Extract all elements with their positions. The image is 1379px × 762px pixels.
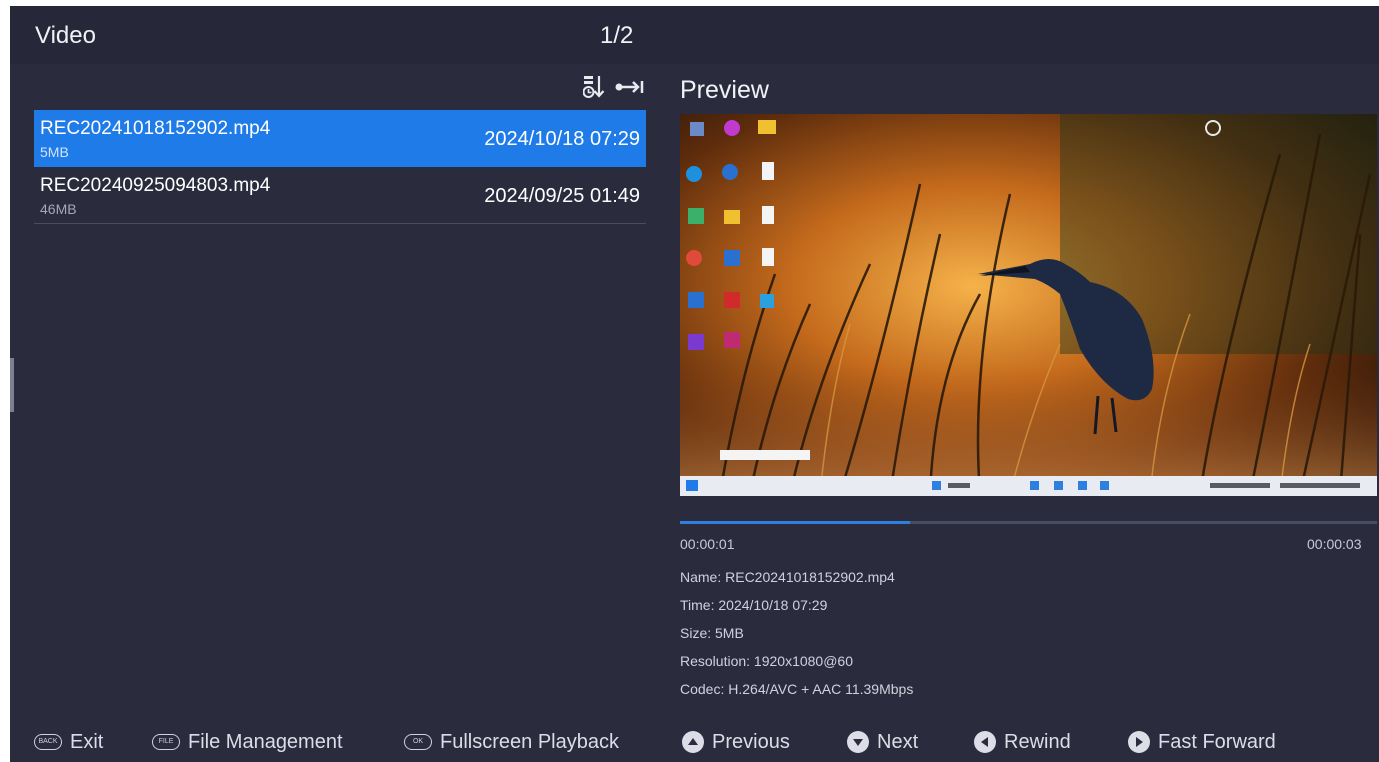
file-size: 5MB bbox=[40, 144, 69, 160]
left-arrow-icon bbox=[974, 731, 996, 753]
file-name: REC20240925094803.mp4 bbox=[40, 175, 271, 196]
video-preview-thumbnail[interactable] bbox=[680, 114, 1377, 496]
playback-progress-fill bbox=[680, 521, 910, 524]
info-resolution: Resolution: 1920x1080@60 bbox=[680, 653, 854, 669]
expand-arrow-icon[interactable] bbox=[614, 78, 644, 96]
hint-label: Fullscreen Playback bbox=[440, 730, 619, 753]
file-size: 46MB bbox=[40, 201, 77, 217]
hint-file-management[interactable]: FILE File Management bbox=[152, 730, 343, 754]
hint-fullscreen-playback[interactable]: OK Fullscreen Playback bbox=[404, 730, 619, 754]
hint-exit[interactable]: BACK Exit bbox=[34, 730, 103, 754]
key-hints-bar: BACK Exit FILE File Management OK Fullsc… bbox=[10, 718, 1379, 762]
hint-label: Previous bbox=[712, 730, 790, 753]
back-key-icon: BACK bbox=[34, 734, 62, 750]
hint-next[interactable]: Next bbox=[847, 730, 918, 754]
hint-fast-forward[interactable]: Fast Forward bbox=[1128, 730, 1276, 754]
hint-previous[interactable]: Previous bbox=[682, 730, 790, 754]
hint-label: Exit bbox=[70, 730, 104, 753]
video-info: Name: REC20241018152902.mp4 Time: 2024/1… bbox=[680, 568, 913, 708]
info-codec: Codec: H.264/AVC + AAC 11.39Mbps bbox=[680, 681, 914, 697]
page-indicator: 1/2 bbox=[600, 22, 634, 49]
file-list: REC20241018152902.mp4 5MB 2024/10/18 07:… bbox=[34, 110, 646, 224]
down-arrow-icon bbox=[847, 731, 869, 753]
current-time: 00:00:01 bbox=[680, 536, 735, 552]
sort-descending-icon[interactable] bbox=[582, 74, 605, 100]
hint-label: File Management bbox=[188, 730, 343, 753]
hint-label: Rewind bbox=[1004, 730, 1071, 753]
file-name: REC20241018152902.mp4 bbox=[40, 118, 271, 139]
file-date: 2024/10/18 07:29 bbox=[484, 128, 640, 150]
preview-title: Preview bbox=[680, 76, 769, 104]
total-time: 00:00:03 bbox=[1307, 536, 1362, 552]
video-screen: Video 1/2 REC20241018152902.mp4 5MB 2024… bbox=[10, 6, 1379, 762]
hint-label: Next bbox=[877, 730, 919, 753]
hint-label: Fast Forward bbox=[1158, 730, 1276, 753]
file-key-icon: FILE bbox=[152, 734, 180, 750]
file-date: 2024/09/25 01:49 bbox=[484, 185, 640, 207]
playback-progress-bar[interactable] bbox=[680, 521, 1377, 524]
scrollbar-handle[interactable] bbox=[10, 358, 14, 412]
ok-key-icon: OK bbox=[404, 734, 432, 750]
up-arrow-icon bbox=[682, 731, 704, 753]
file-list-item[interactable]: REC20240925094803.mp4 46MB 2024/09/25 01… bbox=[34, 167, 646, 224]
info-name: Name: REC20241018152902.mp4 bbox=[680, 569, 895, 585]
file-list-item[interactable]: REC20241018152902.mp4 5MB 2024/10/18 07:… bbox=[34, 110, 646, 167]
hint-rewind[interactable]: Rewind bbox=[974, 730, 1071, 754]
right-arrow-icon bbox=[1128, 731, 1150, 753]
info-size: Size: 5MB bbox=[680, 625, 744, 641]
page-title: Video bbox=[35, 22, 96, 49]
header-bar: Video 1/2 bbox=[10, 6, 1379, 64]
info-time: Time: 2024/10/18 07:29 bbox=[680, 597, 828, 613]
